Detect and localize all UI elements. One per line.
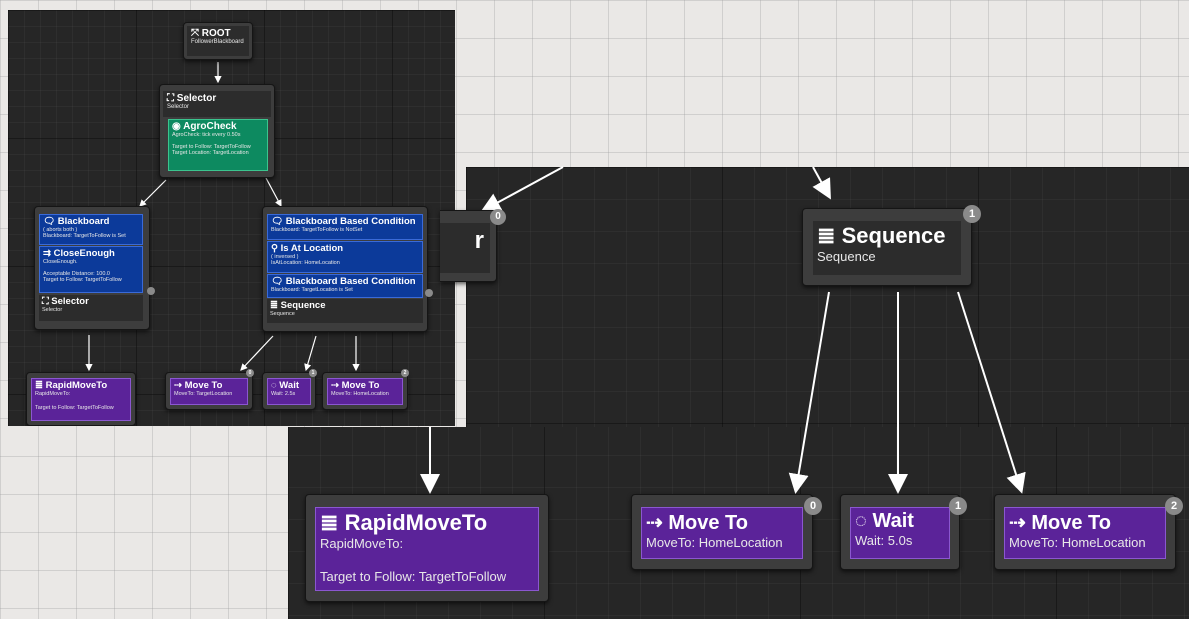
- selector-top-subtitle: Selector: [167, 104, 190, 110]
- move-to-small-1-node[interactable]: ⇢ Move To MoveTo: TargetLocation 0: [165, 369, 254, 410]
- small-graph-panel[interactable]: ⤧ ROOT FollowerBlackboard ⛶ Selector Sel…: [8, 10, 455, 426]
- zoom-sequence-index: 1: [963, 205, 981, 223]
- zoom-graph-panel-top[interactable]: [466, 167, 1189, 427]
- is-at-location-line2: IsAtLocation: HomeLocation: [271, 260, 340, 266]
- root-title: ROOT: [201, 28, 231, 39]
- rapid-small-line1: RapidMoveTo:: [35, 391, 71, 397]
- root-subtitle: FollowerBlackboard: [191, 39, 244, 45]
- bb-condition-2-line1: Blackboard: TargetLocation is Set: [271, 287, 353, 293]
- selector-top-title: Selector: [176, 93, 217, 104]
- service-eye-icon: ◉: [172, 121, 181, 132]
- bb-condition-1-decorator[interactable]: 🗨 Blackboard Based Condition Blackboard:…: [267, 214, 423, 240]
- left-selector-node[interactable]: 🗨 Blackboard ( aborts both ) Blackboard:…: [34, 206, 155, 330]
- zoom-rapid-title: RapidMoveTo: [344, 510, 488, 535]
- right-sequence-node[interactable]: 🗨 Blackboard Based Condition Blackboard:…: [262, 206, 433, 332]
- move2-small-title: Move To: [341, 380, 380, 391]
- selector-icon: ⛶: [42, 296, 49, 307]
- sequence-index-badge: [425, 289, 433, 297]
- move2-small-index: 2: [401, 369, 409, 377]
- zoom-move-to-1-node[interactable]: ⇢ Move To MoveTo: HomeLocation 0: [631, 494, 822, 570]
- is-at-location-decorator[interactable]: ⚲ Is At Location ( inversed ) IsAtLocati…: [267, 241, 423, 273]
- selector-left-subtitle: Selector: [42, 307, 63, 313]
- zoom-left-fragment-index: 0: [490, 209, 506, 225]
- zoom-left-fragment-title: r: [474, 227, 484, 254]
- selector-icon: ⛶: [167, 93, 174, 104]
- zoom-move1-index: 0: [804, 497, 822, 515]
- zoom-move1-line1: MoveTo: HomeLocation: [646, 535, 783, 550]
- sequence-small-title: Sequence: [280, 300, 326, 311]
- move-to-icon: ⇢: [331, 380, 339, 391]
- zoom-move1-title: Move To: [668, 512, 748, 534]
- sequence-small-subtitle: Sequence: [270, 311, 295, 317]
- close-enough-line3: Target to Follow: TargetToFollow: [43, 277, 122, 283]
- close-enough-index-badge: [147, 287, 155, 295]
- rapid-move-small-node[interactable]: ≣ RapidMoveTo RapidMoveTo: Target to Fol…: [26, 372, 136, 426]
- zoom-sequence-title: Sequence: [841, 223, 946, 248]
- move-to-icon: ⇢: [174, 380, 182, 391]
- zoom-wait-index: 1: [949, 497, 967, 515]
- root-node[interactable]: ⤧ ROOT FollowerBlackboard: [183, 22, 253, 60]
- bb-condition-2-title: Blackboard Based Condition: [285, 276, 416, 287]
- bb-condition-1-line1: Blackboard: TargetToFollow is NotSet: [271, 227, 363, 233]
- close-enough-line1: CloseEnough.: [43, 259, 78, 265]
- zoom-wait-line1: Wait: 5.0s: [855, 533, 913, 548]
- wait-small-node[interactable]: ◌ Wait Wait: 2.5s 1: [262, 369, 317, 410]
- selector-left-title: Selector: [51, 296, 89, 307]
- close-enough-decorator[interactable]: ⇉ CloseEnough CloseEnough. Acceptable Di…: [39, 246, 143, 293]
- blackboard-icon: 🗨: [271, 276, 284, 287]
- is-at-location-title: Is At Location: [280, 243, 344, 254]
- left-blackboard-title: Blackboard: [57, 216, 110, 227]
- bb-condition-1-title: Blackboard Based Condition: [285, 216, 416, 227]
- rapid-move-icon: ≣: [320, 510, 339, 535]
- move2-small-line1: MoveTo: HomeLocation: [331, 391, 389, 397]
- move1-small-line1: MoveTo: TargetLocation: [174, 391, 233, 397]
- move-to-icon: ⇢: [1009, 512, 1026, 534]
- move-to-small-2-node[interactable]: ⇢ Move To MoveTo: HomeLocation 2: [322, 369, 409, 410]
- wait-icon: ◌: [855, 510, 867, 532]
- left-blackboard-line2: Blackboard: TargetToFollow is Set: [43, 233, 126, 239]
- root-icon: ⤧: [191, 28, 199, 39]
- zoom-rapid-line2: Target to Follow: TargetToFollow: [320, 569, 507, 584]
- agro-check-line1: AgroCheck: tick every 0.50s: [172, 132, 241, 138]
- zoom-left-fragment-node[interactable]: r 0: [440, 209, 506, 282]
- left-blackboard-decorator[interactable]: 🗨 Blackboard ( aborts both ) Blackboard:…: [39, 214, 143, 245]
- zoom-rapid-line1: RapidMoveTo:: [320, 536, 404, 551]
- zoom-move2-line1: MoveTo: HomeLocation: [1009, 535, 1146, 550]
- zoom-sequence-subtitle: Sequence: [817, 249, 876, 264]
- move1-small-index: 0: [246, 369, 254, 377]
- move1-small-title: Move To: [184, 380, 223, 391]
- wait-icon: ◌: [271, 380, 277, 391]
- zoom-wait-title: Wait: [872, 510, 914, 532]
- rapid-move-icon: ≣: [35, 380, 43, 391]
- rapid-small-title: RapidMoveTo: [45, 380, 108, 391]
- wait-small-line1: Wait: 2.5s: [271, 391, 296, 397]
- zoom-move2-title: Move To: [1031, 512, 1111, 534]
- wait-small-index: 1: [309, 369, 317, 377]
- selector-top-node[interactable]: ⛶ Selector Selector ◉ AgroCheck AgroChec…: [159, 84, 275, 178]
- bb-condition-2-decorator[interactable]: 🗨 Blackboard Based Condition Blackboard:…: [267, 274, 423, 298]
- zoom-sequence-node[interactable]: ≣ Sequence Sequence 1: [802, 205, 981, 286]
- sequence-icon: ≣: [817, 223, 836, 248]
- blackboard-icon: 🗨: [43, 216, 56, 227]
- wait-small-title: Wait: [279, 380, 299, 391]
- zoom-rapid-move-node[interactable]: ≣ RapidMoveTo RapidMoveTo: Target to Fol…: [305, 494, 549, 602]
- zoom-wait-node[interactable]: ◌ Wait Wait: 5.0s 1: [840, 494, 967, 570]
- zoom-move-to-2-node[interactable]: ⇢ Move To MoveTo: HomeLocation 2: [994, 494, 1183, 570]
- move-to-icon: ⇢: [646, 512, 663, 534]
- location-icon: ⚲: [271, 243, 278, 254]
- agro-check-line3: Target Location: TargetLocation: [172, 150, 249, 156]
- agro-check-title: AgroCheck: [183, 121, 237, 132]
- sequence-icon: ≣: [270, 300, 278, 311]
- decorator-icon: ⇉: [43, 248, 51, 259]
- close-enough-title: CloseEnough: [53, 248, 115, 259]
- blackboard-icon: 🗨: [271, 216, 284, 227]
- zoom-move2-index: 2: [1165, 497, 1183, 515]
- rapid-small-line2: Target to Follow: TargetToFollow: [35, 405, 114, 411]
- agro-check-service[interactable]: ◉ AgroCheck AgroCheck: tick every 0.50s …: [168, 119, 268, 171]
